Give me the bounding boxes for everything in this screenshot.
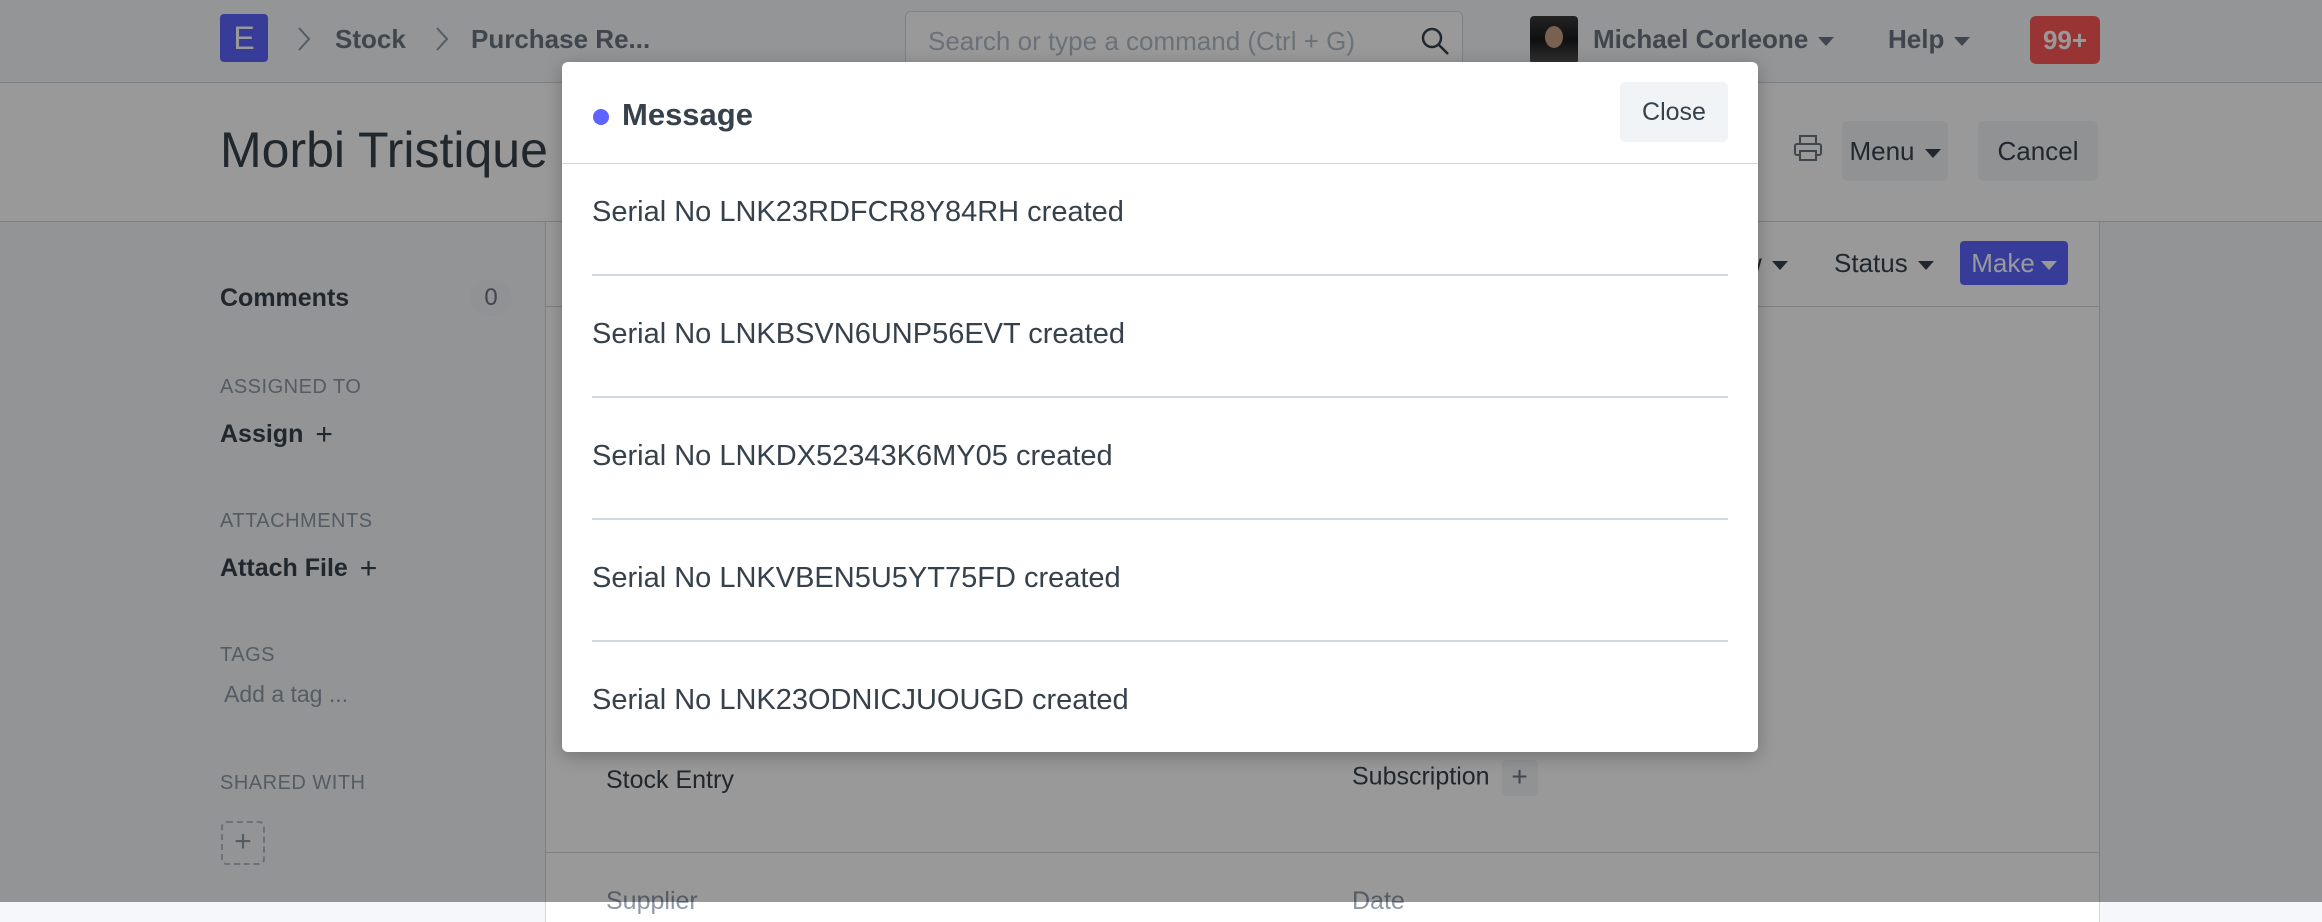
message-item: Serial No LNK23RDFCR8Y84RH created bbox=[592, 196, 1124, 228]
message-divider bbox=[592, 640, 1728, 642]
indicator-dot-icon bbox=[593, 109, 609, 125]
message-divider bbox=[592, 274, 1728, 276]
close-button[interactable]: Close bbox=[1620, 82, 1728, 142]
message-item: Serial No LNK23ODNICJUOUGD created bbox=[592, 684, 1129, 716]
message-divider bbox=[592, 518, 1728, 520]
dialog-header: Message Close bbox=[562, 62, 1758, 164]
message-item: Serial No LNKVBEN5U5YT75FD created bbox=[592, 562, 1121, 594]
message-item: Serial No LNKBSVN6UNP56EVT created bbox=[592, 318, 1125, 350]
message-dialog: Message Close Serial No LNK23RDFCR8Y84RH… bbox=[562, 62, 1758, 752]
message-item: Serial No LNKDX52343K6MY05 created bbox=[592, 440, 1113, 472]
message-divider bbox=[592, 396, 1728, 398]
dialog-title: Message bbox=[622, 97, 753, 132]
